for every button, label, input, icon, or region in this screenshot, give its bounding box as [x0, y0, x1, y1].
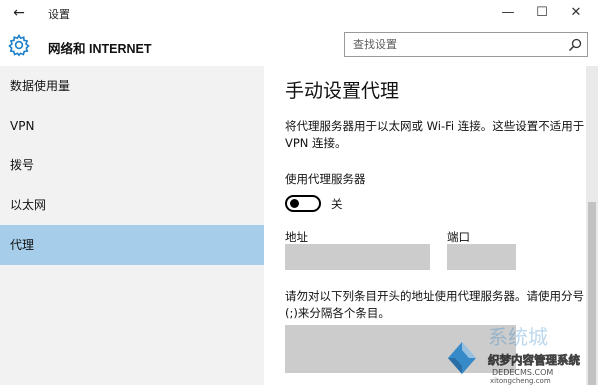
maximize-button[interactable]: ☐ [532, 3, 552, 23]
port-label: 端口 [447, 230, 470, 244]
section-title: 手动设置代理 [285, 80, 400, 102]
toggle-knob [290, 199, 299, 208]
search-input[interactable] [345, 33, 560, 56]
svg-text:DEDECMS.COM: DEDECMS.COM [492, 368, 553, 377]
page-title: 网络和 INTERNET [48, 42, 152, 56]
proxy-toggle[interactable] [285, 195, 321, 212]
exceptions-description: 请勿对以下列条目开头的地址使用代理服务器。请使用分号(;)来分隔各个条目。 [285, 289, 584, 320]
minimize-button[interactable]: — [498, 3, 518, 23]
sidebar-item-data-usage[interactable]: 数据使用量 [0, 66, 264, 106]
header: 网络和 INTERNET [0, 26, 598, 66]
svg-text:系统城: 系统城 [488, 325, 548, 349]
svg-text:织梦内容管理系统: 织梦内容管理系统 [488, 353, 580, 367]
sidebar-item-dialup[interactable]: 拨号 [0, 145, 264, 185]
title-bar: ← 设置 — ☐ ✕ [0, 0, 598, 26]
address-label: 地址 [285, 230, 308, 244]
search-box [344, 32, 588, 57]
svg-text:xitongcheng.com: xitongcheng.com [490, 377, 551, 385]
close-button[interactable]: ✕ [566, 3, 586, 23]
search-icon[interactable] [567, 37, 583, 53]
gear-icon [8, 33, 30, 57]
watermark-logo: 系统城 织梦内容管理系统 DEDECMS.COM xitongcheng.com [448, 325, 581, 385]
back-button[interactable]: ← [10, 4, 28, 22]
sidebar-item-proxy[interactable]: 代理 [0, 225, 264, 265]
port-field[interactable] [447, 244, 516, 270]
app-title: 设置 [48, 8, 70, 21]
proxy-description: 将代理服务器用于以太网或 Wi-Fi 连接。这些设置不适用于 VPN 连接。 [285, 119, 585, 150]
sidebar: 数据使用量 VPN 拨号 以太网 代理 [0, 66, 264, 385]
proxy-toggle-label: 使用代理服务器 [285, 172, 366, 186]
sidebar-item-vpn[interactable]: VPN [0, 106, 264, 146]
address-field[interactable] [285, 244, 430, 270]
sidebar-item-ethernet[interactable]: 以太网 [0, 185, 264, 225]
proxy-toggle-state: 关 [331, 197, 343, 211]
